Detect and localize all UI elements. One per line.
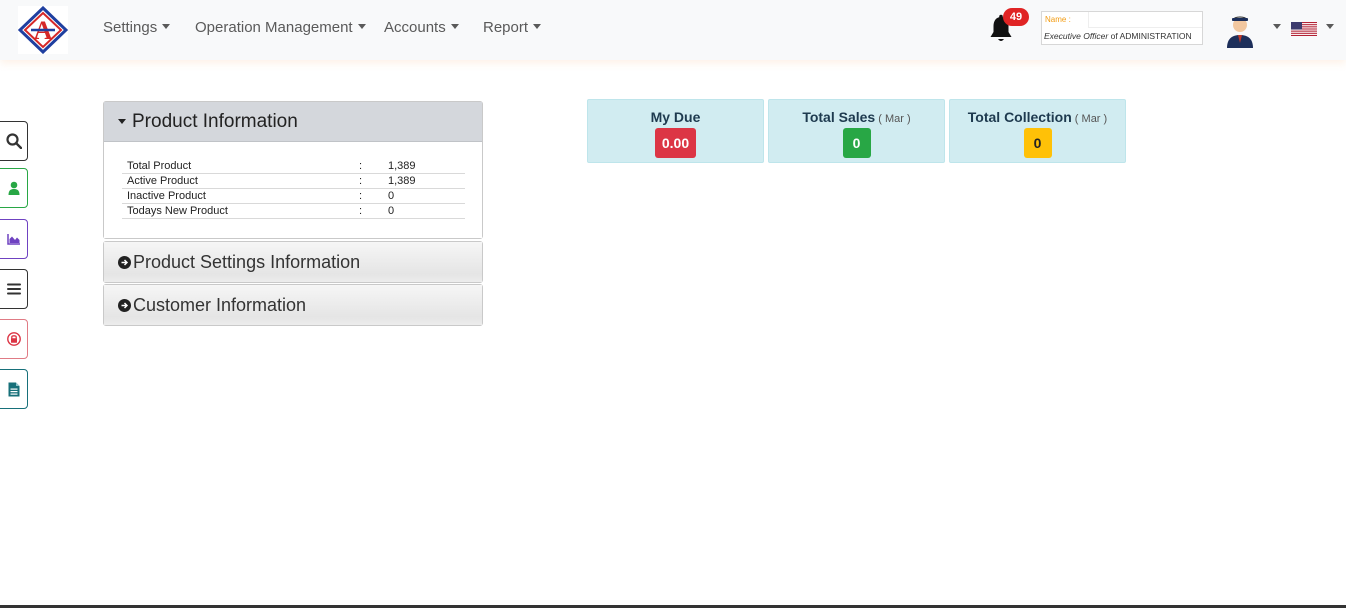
card-value-badge: 0 [842,128,871,158]
area-chart-icon [7,234,20,245]
card-title-text: Total Collection [967,109,1072,125]
flag-caret-icon[interactable] [1326,24,1334,29]
product-information-header[interactable]: Product Information [104,102,482,142]
nav-report-label: Report [483,19,529,36]
search-icon [6,133,22,149]
circle-arrow-right-icon [118,255,131,269]
table-row: Inactive Product : 0 [122,188,465,204]
avatar[interactable] [1223,10,1257,48]
user-icon [8,181,20,195]
row-value: 0 [383,188,465,204]
lock-icon [7,332,21,346]
row-label: Total Product [122,158,354,174]
row-label: Todays New Product [122,203,354,219]
avatar-caret-icon[interactable] [1273,24,1281,29]
card-title-text: Total Sales [802,109,876,125]
customer-information-title: Customer Information [133,294,307,315]
circle-arrow-right-icon [118,298,131,312]
document-icon [8,382,20,396]
user-name-value [1088,12,1202,28]
logo[interactable]: A [18,6,68,54]
user-title-dept: ADMINISTRATION [1119,31,1192,41]
sidebar-search-button[interactable] [0,121,28,161]
card-title: My Due [588,109,763,125]
notification-badge: 49 [1003,8,1029,26]
nav-report[interactable]: Report [483,19,542,36]
nav-accounts-label: Accounts [384,19,446,36]
my-due-card: My Due 0.00 [587,99,764,163]
card-title: Total Collection ( Mar ) [950,109,1125,125]
sidebar-document-button[interactable] [0,369,28,409]
row-colon: : [354,158,383,174]
sidebar-lock-button[interactable] [0,319,28,359]
sidebar-user-button[interactable] [0,168,28,208]
total-sales-card: Total Sales ( Mar ) 0 [768,99,945,163]
nav-operation-management[interactable]: Operation Management [195,19,366,36]
user-title-of: of [1108,31,1120,41]
row-value: 1,389 [383,158,465,174]
row-value: 0 [383,203,465,219]
nav-settings[interactable]: Settings [103,19,171,36]
us-flag-icon[interactable] [1291,22,1317,36]
nav-accounts[interactable]: Accounts [384,19,459,36]
card-value-badge: 0.00 [654,128,697,158]
product-information-panel: Product Information Total Product : 1,38… [103,101,483,239]
row-label: Inactive Product [122,188,354,204]
sidebar-menu-button[interactable] [0,269,28,309]
product-information-title: Product Information [132,110,298,132]
product-information-body: Total Product : 1,389 Active Product : 1… [104,142,482,238]
product-settings-title: Product Settings Information [133,251,361,272]
caret-down-icon [162,24,171,29]
customer-information-header[interactable]: Customer Information [104,285,482,325]
card-subtitle: ( Mar ) [875,113,911,125]
caret-down-icon [357,24,366,29]
row-label: Active Product [122,173,354,189]
table-row: Todays New Product : 0 [122,203,465,219]
row-colon: : [354,188,383,204]
sidebar-chart-button[interactable] [0,219,28,259]
user-title-prefix: Executive Officer [1044,31,1109,41]
product-settings-header[interactable]: Product Settings Information [104,242,482,282]
customer-information-panel: Customer Information [103,284,483,326]
caret-down-icon [450,24,459,29]
row-value: 1,389 [383,173,465,189]
caret-down-icon [533,24,542,29]
card-subtitle: ( Mar ) [1071,113,1108,125]
caret-down-icon [118,119,126,124]
product-info-table: Total Product : 1,389 Active Product : 1… [122,158,465,219]
nav-settings-label: Settings [103,19,158,36]
card-title: Total Sales ( Mar ) [769,109,944,125]
top-navbar: A Settings Operation Management Accounts… [0,0,1346,60]
row-colon: : [354,173,383,189]
user-title: Executive Officer of ADMINISTRATION [1044,31,1192,41]
table-row: Active Product : 1,389 [122,173,465,189]
total-collection-card: Total Collection ( Mar ) 0 [949,99,1126,163]
user-info-box: Name : Executive Officer of ADMINISTRATI… [1041,11,1203,45]
product-settings-panel: Product Settings Information [103,241,483,283]
nav-operation-management-label: Operation Management [195,19,353,36]
user-name-label: Name : [1045,15,1071,24]
table-row: Total Product : 1,389 [122,158,465,174]
card-value-badge: 0 [1023,128,1052,158]
row-colon: : [354,203,383,219]
menu-icon [7,283,21,295]
card-title-text: My Due [650,109,701,125]
